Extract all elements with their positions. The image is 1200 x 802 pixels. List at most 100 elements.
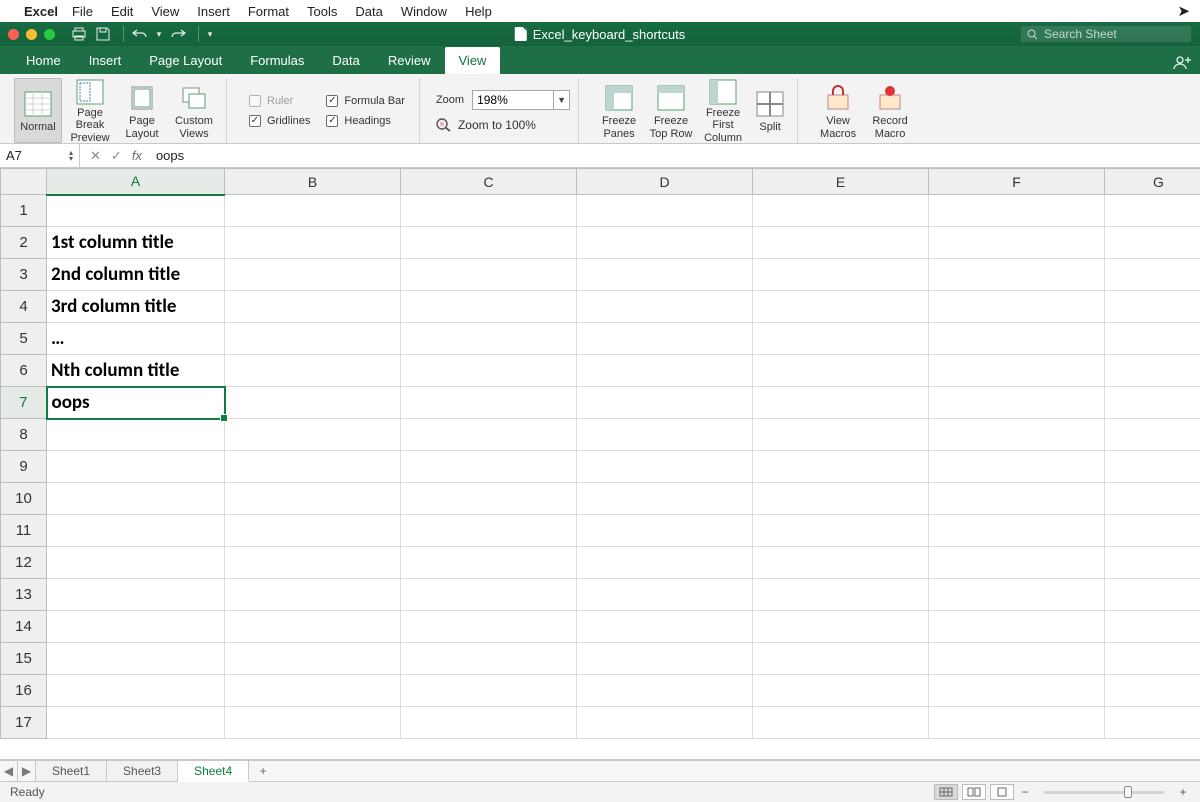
enter-formula-icon[interactable]: ✓ [111, 148, 122, 164]
qat-undo-dropdown-icon[interactable]: ▾ [154, 25, 164, 43]
cell-F17[interactable] [929, 707, 1105, 739]
cell-G17[interactable] [1105, 707, 1200, 739]
column-header-D[interactable]: D [577, 169, 753, 195]
cell-A10[interactable] [47, 483, 225, 515]
page-break-preview-button[interactable]: Page Break Preview [66, 78, 114, 143]
status-page-break-view-icon[interactable] [990, 784, 1014, 800]
cell-F6[interactable] [929, 355, 1105, 387]
minimize-window-button[interactable] [26, 29, 37, 40]
cell-D13[interactable] [577, 579, 753, 611]
cell-E16[interactable] [753, 675, 929, 707]
sheet-tab-sheet1[interactable]: Sheet1 [36, 761, 107, 781]
row-header-14[interactable]: 14 [1, 611, 47, 643]
cell-D4[interactable] [577, 291, 753, 323]
tab-insert[interactable]: Insert [75, 47, 136, 74]
cell-G16[interactable] [1105, 675, 1200, 707]
cell-F2[interactable] [929, 227, 1105, 259]
cell-G3[interactable] [1105, 259, 1200, 291]
cell-F11[interactable] [929, 515, 1105, 547]
cell-D10[interactable] [577, 483, 753, 515]
row-header-4[interactable]: 4 [1, 291, 47, 323]
column-header-G[interactable]: G [1105, 169, 1200, 195]
cell-A11[interactable] [47, 515, 225, 547]
cell-E9[interactable] [753, 451, 929, 483]
cell-E6[interactable] [753, 355, 929, 387]
cell-F4[interactable] [929, 291, 1105, 323]
search-sheet-input[interactable]: Search Sheet [1020, 25, 1192, 43]
cell-A16[interactable] [47, 675, 225, 707]
row-header-7[interactable]: 7 [1, 387, 47, 419]
cell-F5[interactable] [929, 323, 1105, 355]
cell-G4[interactable] [1105, 291, 1200, 323]
cell-A8[interactable] [47, 419, 225, 451]
status-page-layout-view-icon[interactable] [962, 784, 986, 800]
row-header-2[interactable]: 2 [1, 227, 47, 259]
custom-views-button[interactable]: Custom Views [170, 78, 218, 143]
cell-E1[interactable] [753, 195, 929, 227]
page-layout-button[interactable]: Page Layout [118, 78, 166, 143]
cell-G10[interactable] [1105, 483, 1200, 515]
normal-view-button[interactable]: Normal [14, 78, 62, 143]
cell-E8[interactable] [753, 419, 929, 451]
select-all-corner[interactable] [1, 169, 47, 195]
cell-F13[interactable] [929, 579, 1105, 611]
cell-C17[interactable] [401, 707, 577, 739]
cell-E3[interactable] [753, 259, 929, 291]
cell-B14[interactable] [225, 611, 401, 643]
cell-D15[interactable] [577, 643, 753, 675]
qat-undo-icon[interactable] [130, 25, 150, 43]
cell-F15[interactable] [929, 643, 1105, 675]
formula-input[interactable]: oops [152, 148, 184, 163]
menu-view[interactable]: View [151, 4, 179, 19]
tab-formulas[interactable]: Formulas [236, 47, 318, 74]
cell-B15[interactable] [225, 643, 401, 675]
sheet-nav-prev-icon[interactable]: ◀ [0, 761, 18, 781]
fx-icon[interactable]: fx [132, 148, 142, 163]
cell-D9[interactable] [577, 451, 753, 483]
cell-E14[interactable] [753, 611, 929, 643]
cell-B4[interactable] [225, 291, 401, 323]
cell-E12[interactable] [753, 547, 929, 579]
cell-E10[interactable] [753, 483, 929, 515]
cell-B9[interactable] [225, 451, 401, 483]
cell-C5[interactable] [401, 323, 577, 355]
cell-D1[interactable] [577, 195, 753, 227]
cell-F10[interactable] [929, 483, 1105, 515]
cell-F8[interactable] [929, 419, 1105, 451]
row-header-15[interactable]: 15 [1, 643, 47, 675]
status-normal-view-icon[interactable] [934, 784, 958, 800]
zoom-100-button[interactable]: % Zoom to 100% [436, 118, 570, 132]
cell-C3[interactable] [401, 259, 577, 291]
cell-C10[interactable] [401, 483, 577, 515]
cell-G6[interactable] [1105, 355, 1200, 387]
cell-G5[interactable] [1105, 323, 1200, 355]
cell-A2[interactable]: 1st column title [47, 227, 225, 259]
headings-checkbox[interactable]: Headings [326, 115, 405, 127]
cell-G1[interactable] [1105, 195, 1200, 227]
cell-D12[interactable] [577, 547, 753, 579]
zoom-window-button[interactable] [44, 29, 55, 40]
sheet-nav-next-icon[interactable]: ▶ [18, 761, 36, 781]
freeze-first-column-button[interactable]: Freeze First Column [699, 78, 747, 143]
cell-C8[interactable] [401, 419, 577, 451]
cancel-formula-icon[interactable]: ✕ [90, 148, 101, 164]
menu-window[interactable]: Window [401, 4, 447, 19]
qat-redo-icon[interactable] [168, 25, 188, 43]
cell-B2[interactable] [225, 227, 401, 259]
tab-data[interactable]: Data [318, 47, 373, 74]
cell-B10[interactable] [225, 483, 401, 515]
cell-A4[interactable]: 3rd column title [47, 291, 225, 323]
column-header-C[interactable]: C [401, 169, 577, 195]
cell-D14[interactable] [577, 611, 753, 643]
cell-B16[interactable] [225, 675, 401, 707]
cell-B8[interactable] [225, 419, 401, 451]
cell-C6[interactable] [401, 355, 577, 387]
cell-F16[interactable] [929, 675, 1105, 707]
cell-A6[interactable]: Nth column title [47, 355, 225, 387]
cell-A7[interactable]: oops [47, 387, 225, 419]
cell-C4[interactable] [401, 291, 577, 323]
row-header-12[interactable]: 12 [1, 547, 47, 579]
formula-bar-checkbox[interactable]: Formula Bar [326, 95, 405, 107]
cell-E5[interactable] [753, 323, 929, 355]
cell-A5[interactable]: … [47, 323, 225, 355]
